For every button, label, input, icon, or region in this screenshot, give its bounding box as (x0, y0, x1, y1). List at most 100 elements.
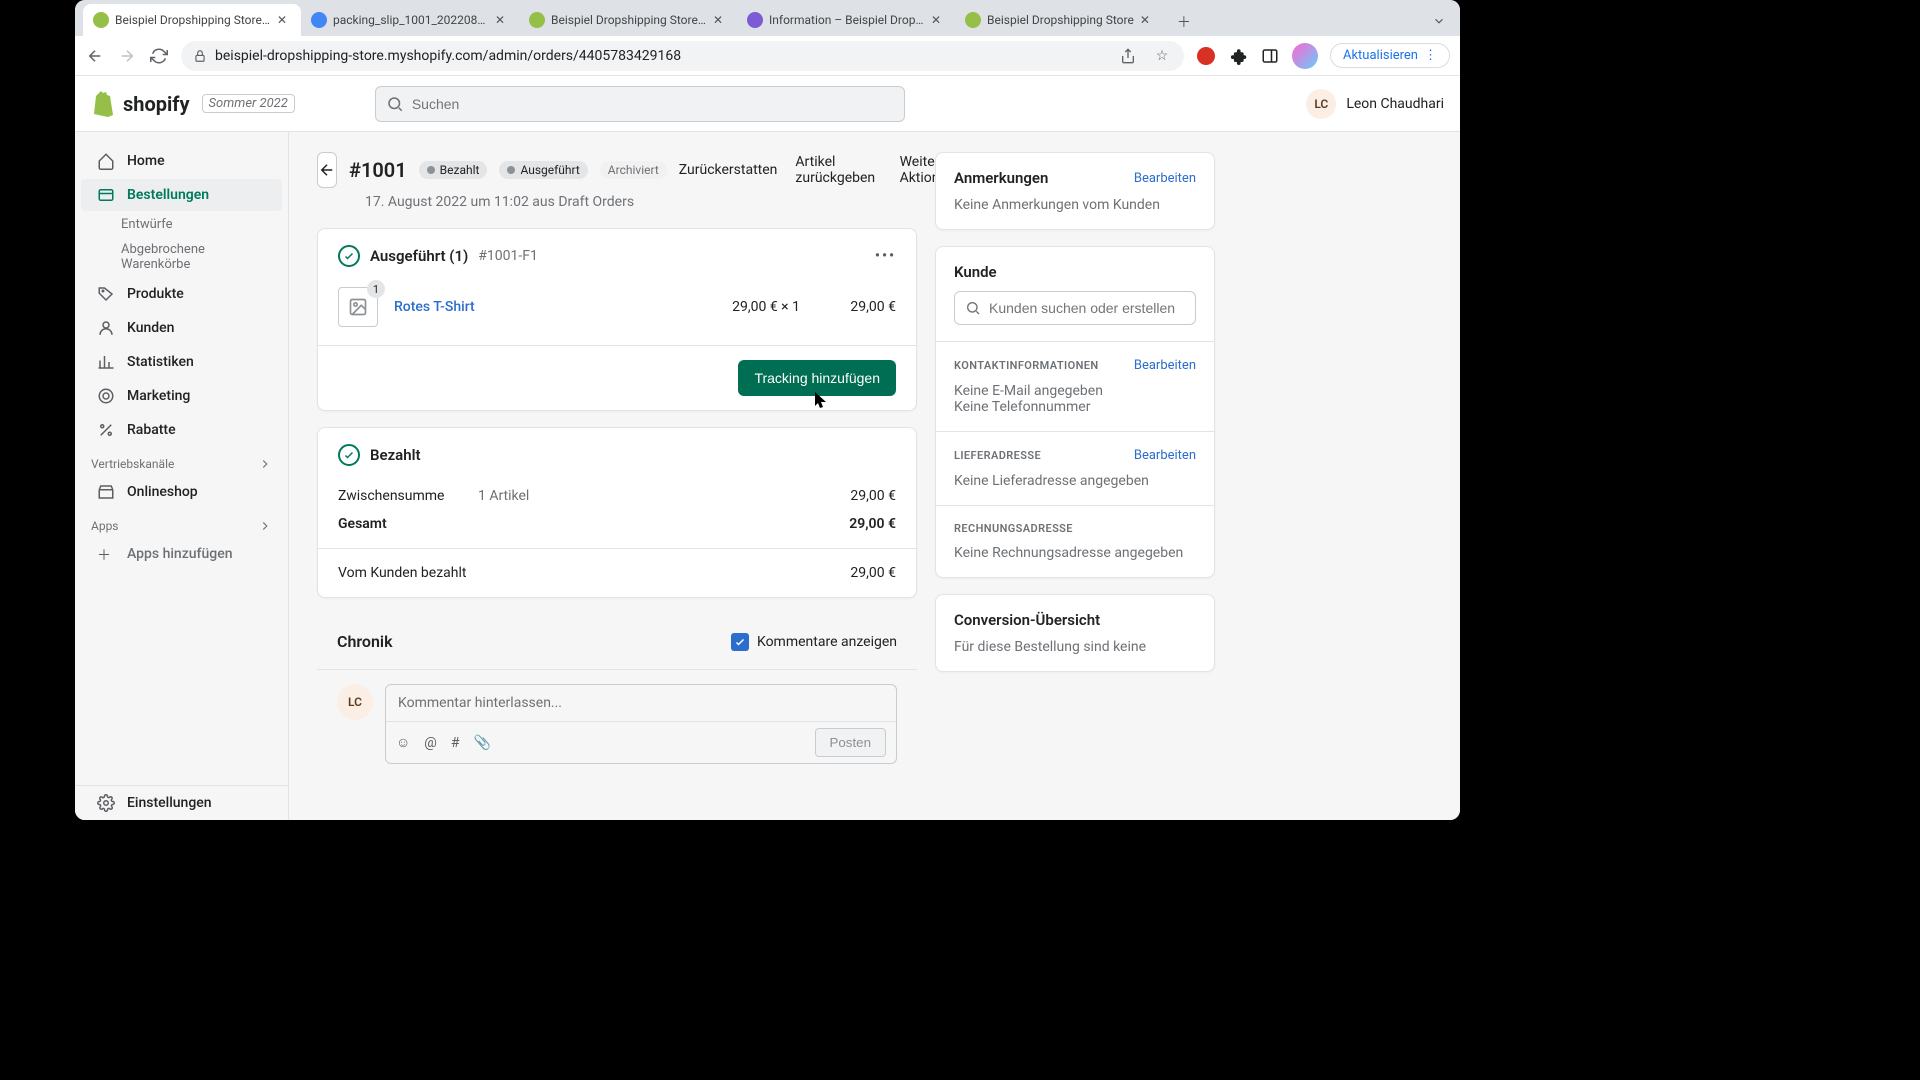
bookmark-star-icon[interactable]: ☆ (1152, 46, 1172, 66)
conversion-title: Conversion-Übersicht (954, 611, 1196, 629)
shipping-edit-link[interactable]: Bearbeiten (1134, 448, 1196, 463)
sidebar-item-products[interactable]: Produkte (81, 278, 282, 310)
sidebar-item-label: Rabatte (127, 422, 176, 438)
paid-value: 29,00 € (850, 565, 896, 581)
browser-toolbar: beispiel-dropshipping-store.myshopify.co… (75, 36, 1460, 76)
back-button[interactable] (85, 47, 105, 65)
section-label: Vertriebskanäle (91, 457, 174, 471)
section-label: Apps (91, 519, 119, 533)
close-icon[interactable]: ✕ (931, 13, 945, 27)
notes-card: AnmerkungenBearbeiten Keine Anmerkungen … (935, 152, 1215, 230)
contact-edit-link[interactable]: Bearbeiten (1134, 358, 1196, 373)
return-action[interactable]: Artikel zurückgeben (795, 154, 881, 186)
post-button[interactable]: Posten (815, 728, 887, 757)
sidebar-item-label: Kunden (127, 320, 174, 336)
comment-input[interactable]: Kommentar hinterlassen... (386, 685, 896, 721)
brand[interactable]: shopify Sommer 2022 (91, 91, 295, 117)
close-icon[interactable]: ✕ (1140, 13, 1154, 27)
tab-title: Information – Beispiel Dropshi (769, 13, 925, 27)
back-arrow-button[interactable] (317, 152, 337, 188)
close-icon[interactable]: ✕ (713, 13, 727, 27)
chevron-right-icon (258, 519, 272, 533)
sidebar-item-home[interactable]: Home (81, 145, 282, 177)
tab-title: packing_slip_1001_20220818 (333, 13, 489, 27)
close-icon[interactable]: ✕ (495, 13, 509, 27)
shipping-label: LIEFERADRESSE (954, 449, 1041, 462)
check-circle-icon (338, 245, 360, 267)
line-total: 29,00 € (816, 299, 896, 315)
tag-icon (97, 285, 115, 303)
mention-icon[interactable]: @ (424, 735, 437, 751)
edition-badge: Sommer 2022 (202, 94, 295, 113)
hashtag-icon[interactable]: # (451, 735, 460, 751)
extensions-puzzle-icon[interactable] (1228, 46, 1248, 66)
browser-tab-0[interactable]: Beispiel Dropshipping Store · B ✕ (83, 4, 301, 36)
total-label: Gesamt (338, 516, 478, 532)
sidebar-item-marketing[interactable]: Marketing (81, 380, 282, 412)
fulfillment-id: #1001-F1 (478, 248, 538, 264)
global-search[interactable] (375, 86, 905, 122)
more-menu-icon[interactable]: ••• (875, 248, 896, 264)
notes-edit-link[interactable]: Bearbeiten (1134, 171, 1196, 186)
profile-avatar[interactable] (1292, 43, 1318, 69)
sidebar-sub-drafts[interactable]: Entwürfe (75, 212, 288, 237)
sidebar-item-add-apps[interactable]: ＋Apps hinzufügen (81, 538, 282, 570)
sidebar-item-analytics[interactable]: Statistiken (81, 346, 282, 378)
sidebar-item-label: Home (127, 153, 165, 169)
sidebar-section-apps[interactable]: Apps (75, 509, 288, 537)
timeline-section: Chronik Kommentare anzeigen LC Kommentar… (317, 614, 917, 780)
emoji-icon[interactable]: ☺ (396, 734, 410, 751)
show-comments-checkbox[interactable] (731, 633, 749, 651)
sidebar-item-orders[interactable]: Bestellungen (81, 179, 282, 211)
badge-fulfilled: Ausgeführt (499, 161, 587, 179)
unit-price: 29,00 € × 1 (732, 299, 800, 315)
sidebar-item-onlinestore[interactable]: Onlineshop (81, 476, 282, 508)
paid-label: Vom Kunden bezahlt (338, 565, 466, 581)
sidebar-section-channels[interactable]: Vertriebskanäle (75, 447, 288, 475)
gear-icon (97, 794, 115, 812)
sidebar-sub-abandoned[interactable]: Abgebrochene Warenkörbe (75, 237, 288, 277)
forward-button[interactable] (117, 47, 137, 65)
search-input[interactable] (412, 96, 894, 112)
update-label: Aktualisieren (1343, 48, 1418, 63)
add-tracking-button[interactable]: Tracking hinzufügen (738, 360, 896, 396)
share-icon[interactable] (1118, 46, 1138, 66)
customer-search-input[interactable] (989, 300, 1185, 316)
subtotal-label: Zwischensumme (338, 488, 478, 504)
notes-title: Anmerkungen (954, 169, 1048, 187)
attachment-icon[interactable]: 📎 (474, 735, 491, 751)
browser-tab-1[interactable]: packing_slip_1001_20220818 ✕ (301, 4, 519, 36)
sidebar-item-customers[interactable]: Kunden (81, 312, 282, 344)
extension-icon[interactable] (1196, 46, 1216, 66)
check-circle-icon (338, 444, 360, 466)
kebab-icon: ⋮ (1424, 48, 1437, 63)
browser-tab-4[interactable]: Beispiel Dropshipping Store ✕ (955, 4, 1164, 36)
subtotal-value: 29,00 € (850, 488, 896, 504)
billing-label: RECHNUNGSADRESSE (954, 522, 1073, 535)
sidebar-item-label: Bestellungen (127, 187, 209, 203)
close-icon[interactable]: ✕ (277, 13, 291, 27)
comment-box: Kommentar hinterlassen... ☺ @ # 📎 Posten (385, 684, 897, 764)
target-icon (97, 387, 115, 405)
browser-tab-3[interactable]: Information – Beispiel Dropshi ✕ (737, 4, 955, 36)
browser-tab-2[interactable]: Beispiel Dropshipping Store · V ✕ (519, 4, 737, 36)
new-tab-button[interactable]: ＋ (1170, 8, 1198, 36)
user-menu[interactable]: LC Leon Chaudhari (1306, 89, 1444, 119)
update-button[interactable]: Aktualisieren ⋮ (1330, 43, 1450, 68)
sidebar-item-settings[interactable]: Einstellungen (81, 787, 282, 819)
product-thumbnail[interactable]: 1 (338, 287, 378, 327)
brand-text: shopify (123, 92, 190, 116)
fulfillment-title: Ausgeführt (370, 247, 446, 265)
reload-button[interactable] (149, 47, 169, 65)
refund-action[interactable]: Zurückerstatten (679, 162, 778, 178)
address-bar[interactable]: beispiel-dropshipping-store.myshopify.co… (181, 41, 1184, 71)
order-header: #1001 Bezahlt Ausgeführt Archiviert Zurü… (317, 152, 917, 188)
line-item: 1 Rotes T-Shirt 29,00 € × 1 29,00 € (318, 283, 916, 345)
sidepanel-icon[interactable] (1260, 46, 1280, 66)
customer-search[interactable] (954, 291, 1196, 325)
product-name-link[interactable]: Rotes T-Shirt (394, 299, 475, 315)
sidebar-item-discounts[interactable]: Rabatte (81, 414, 282, 446)
comment-avatar: LC (337, 684, 373, 720)
tabs-overflow-icon[interactable] (1428, 10, 1450, 36)
badge-archived: Archiviert (600, 161, 667, 179)
